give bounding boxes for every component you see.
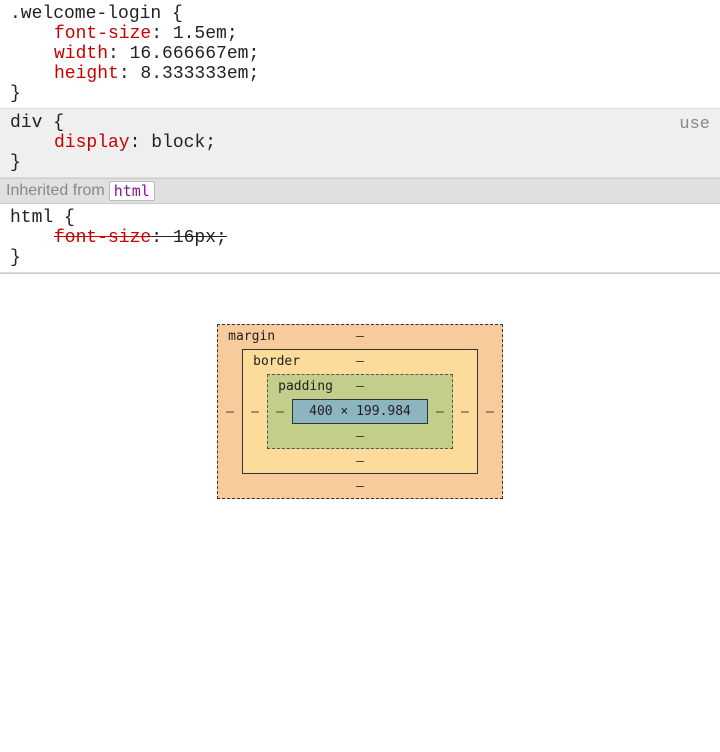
property[interactable]: height xyxy=(54,64,119,84)
box-model-content[interactable]: 400 × 199.984 xyxy=(292,399,428,424)
property-overridden[interactable]: font-size xyxy=(54,228,151,248)
selector[interactable]: html xyxy=(10,208,53,228)
padding-top-value[interactable]: – xyxy=(356,379,364,394)
colon: : xyxy=(119,64,141,84)
colon: : xyxy=(108,44,130,64)
colon: : xyxy=(151,228,173,248)
padding-right-value[interactable]: – xyxy=(436,404,444,419)
open-brace: { xyxy=(161,4,183,24)
close-brace: } xyxy=(10,153,21,173)
padding-label: padding xyxy=(278,379,333,394)
semicolon: ; xyxy=(227,24,238,44)
declaration[interactable]: font-size: 1.5em; xyxy=(10,24,710,44)
box-model-margin[interactable]: margin – – – – border – – – – padding – … xyxy=(217,324,503,499)
selector[interactable]: .welcome-login xyxy=(10,4,161,24)
colon: : xyxy=(151,24,173,44)
value[interactable]: block xyxy=(151,133,205,153)
close-brace: } xyxy=(10,84,21,104)
border-label: border xyxy=(253,354,300,369)
property[interactable]: width xyxy=(54,44,108,64)
property[interactable]: display xyxy=(54,133,130,153)
margin-bottom-value[interactable]: – xyxy=(356,479,364,494)
semicolon: ; xyxy=(205,133,216,153)
inherited-label: Inherited from xyxy=(6,182,105,200)
margin-top-value[interactable]: – xyxy=(356,329,364,344)
declaration[interactable]: width: 16.666667em; xyxy=(10,44,710,64)
value-overridden[interactable]: 16px xyxy=(173,228,216,248)
inherited-from-header: Inherited from html xyxy=(0,178,720,204)
value[interactable]: 16.666667em xyxy=(130,44,249,64)
box-model-diagram: margin – – – – border – – – – padding – … xyxy=(0,274,720,539)
declaration[interactable]: font-size: 16px; xyxy=(10,228,710,248)
semicolon: ; xyxy=(248,44,259,64)
value[interactable]: 8.333333em xyxy=(140,64,248,84)
border-right-value[interactable]: – xyxy=(461,404,469,419)
selector[interactable]: div xyxy=(10,113,42,133)
margin-label: margin xyxy=(228,329,275,344)
stylesheet-source[interactable]: use xyxy=(670,113,710,134)
padding-left-value[interactable]: – xyxy=(276,404,284,419)
semicolon: ; xyxy=(216,228,227,248)
border-top-value[interactable]: – xyxy=(356,354,364,369)
box-model-border[interactable]: border – – – – padding – – – – 400 × 199… xyxy=(242,349,478,474)
colon: : xyxy=(130,133,152,153)
border-left-value[interactable]: – xyxy=(251,404,259,419)
box-model-padding[interactable]: padding – – – – 400 × 199.984 xyxy=(267,374,453,449)
property[interactable]: font-size xyxy=(54,24,151,44)
declaration[interactable]: display: block; xyxy=(10,133,670,153)
css-rule-welcome-login[interactable]: .welcome-login { font-size: 1.5em; width… xyxy=(0,0,720,109)
css-rule-html[interactable]: html { font-size: 16px; } xyxy=(0,204,720,273)
close-brace: } xyxy=(10,248,21,268)
semicolon: ; xyxy=(248,64,259,84)
margin-right-value[interactable]: – xyxy=(486,404,494,419)
declaration[interactable]: height: 8.333333em; xyxy=(10,64,710,84)
border-bottom-value[interactable]: – xyxy=(356,454,364,469)
open-brace: { xyxy=(42,113,64,133)
padding-bottom-value[interactable]: – xyxy=(356,429,364,444)
open-brace: { xyxy=(53,208,75,228)
css-rule-div[interactable]: div { display: block; } use xyxy=(0,109,720,178)
margin-left-value[interactable]: – xyxy=(226,404,234,419)
value[interactable]: 1.5em xyxy=(173,24,227,44)
inherited-tag-link[interactable]: html xyxy=(109,181,155,201)
